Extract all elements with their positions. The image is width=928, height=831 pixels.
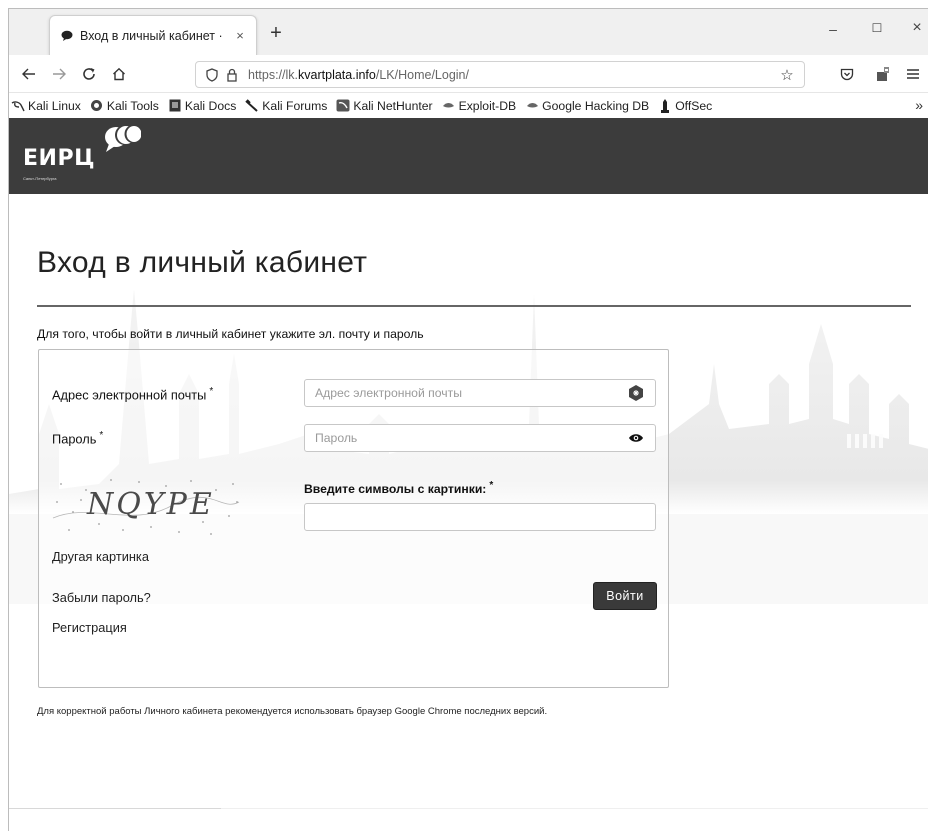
password-field[interactable] [304, 424, 656, 452]
footer-divider [9, 808, 221, 809]
browser-recommendation-note: Для корректной работы Личного кабинета р… [37, 706, 548, 717]
url-text[interactable]: https://lk.kvartplata.info/LK/Home/Login… [248, 68, 778, 82]
page-title: Вход в личный кабинет [37, 246, 368, 279]
tab-strip: Вход в личный кабинет · × + – ☐ × [9, 9, 928, 55]
browser-window: Вход в личный кабинет · × + – ☐ × https:… [8, 8, 928, 831]
captcha-input[interactable] [315, 510, 645, 524]
bookmarks-overflow-icon[interactable]: » [915, 97, 923, 113]
kali-forums-icon [245, 99, 259, 113]
minimize-button[interactable]: – [823, 21, 843, 41]
kali-tools-icon [90, 99, 104, 113]
lock-icon[interactable] [224, 67, 240, 83]
close-window-button[interactable]: × [907, 19, 927, 39]
forward-arrow-icon[interactable] [49, 64, 69, 84]
shield-icon[interactable] [204, 67, 220, 83]
ghdb-icon [525, 99, 539, 113]
site-header: ЕИРЦ Санкт-Петербурга [9, 118, 928, 194]
back-arrow-icon[interactable] [19, 64, 39, 84]
tab-active[interactable]: Вход в личный кабинет · × [49, 15, 257, 55]
bookmark-kali-docs[interactable]: Kali Docs [168, 99, 236, 113]
menu-hamburger-icon[interactable] [903, 64, 923, 84]
extensions-icon[interactable] [873, 64, 893, 84]
pocket-icon[interactable] [837, 64, 857, 84]
svg-text:NQYPE: NQYPE [86, 487, 215, 522]
forgot-password-link[interactable]: Забыли пароль? [52, 590, 151, 605]
site-logo[interactable]: ЕИРЦ [23, 146, 95, 171]
exploit-db-icon [442, 99, 456, 113]
kali-docs-icon [168, 99, 182, 113]
captcha-label: Введите символы с картинки: * [304, 480, 494, 497]
bookmarks-toolbar: Kali Linux Kali Tools Kali Docs Kali For… [9, 93, 928, 118]
bookmark-google-hacking-db[interactable]: Google Hacking DB [525, 99, 649, 113]
password-label: Пароль * [52, 430, 104, 447]
speech-bubbles-logo-icon [105, 125, 141, 152]
eye-icon[interactable] [627, 429, 645, 447]
email-label: Адрес электронной почты * [52, 386, 214, 403]
main-content: Вход в личный кабинет Для того, чтобы во… [9, 194, 928, 831]
navigation-bar: https://lk.kvartplata.info/LK/Home/Login… [9, 55, 928, 93]
email-input[interactable] [315, 386, 627, 400]
bookmark-kali-linux[interactable]: Kali Linux [11, 99, 81, 113]
offsec-icon [658, 98, 672, 113]
required-mark: * [489, 480, 494, 491]
bookmark-kali-nethunter[interactable]: Kali NetHunter [336, 99, 433, 113]
footer-divider-light [221, 808, 928, 809]
tab-title: Вход в личный кабинет · [80, 28, 223, 43]
new-tab-button[interactable]: + [265, 23, 287, 45]
required-mark: * [99, 430, 104, 441]
reload-icon[interactable] [79, 64, 99, 84]
password-input[interactable] [315, 431, 627, 445]
kali-dragon-icon [11, 99, 25, 113]
required-mark: * [209, 386, 214, 397]
refresh-captcha-link[interactable]: Другая картинка [52, 549, 149, 564]
bookmark-offsec[interactable]: OffSec [658, 98, 712, 113]
bookmark-kali-tools[interactable]: Kali Tools [90, 99, 159, 113]
speech-bubble-favicon-icon [60, 29, 74, 43]
login-instruction: Для того, чтобы войти в личный кабинет у… [37, 327, 424, 341]
tab-close-icon[interactable]: × [232, 28, 248, 44]
home-icon[interactable] [109, 64, 129, 84]
bookmark-kali-forums[interactable]: Kali Forums [245, 99, 327, 113]
maximize-button[interactable]: ☐ [867, 21, 887, 41]
email-field[interactable] [304, 379, 656, 407]
bookmark-star-icon[interactable]: ☆ [778, 66, 796, 84]
register-link[interactable]: Регистрация [52, 620, 127, 635]
password-manager-icon[interactable] [627, 384, 645, 402]
kali-nethunter-icon [336, 99, 350, 113]
site-logo-subtitle: Санкт-Петербурга [23, 176, 57, 181]
bookmark-exploit-db[interactable]: Exploit-DB [442, 99, 516, 113]
login-button[interactable]: Войти [593, 582, 657, 610]
title-divider [37, 305, 911, 307]
captcha-image: NQYPE [51, 472, 241, 538]
captcha-field[interactable] [304, 503, 656, 531]
login-form-panel: Адрес электронной почты* Пароль* [38, 349, 669, 688]
address-bar[interactable]: https://lk.kvartplata.info/LK/Home/Login… [195, 61, 805, 88]
